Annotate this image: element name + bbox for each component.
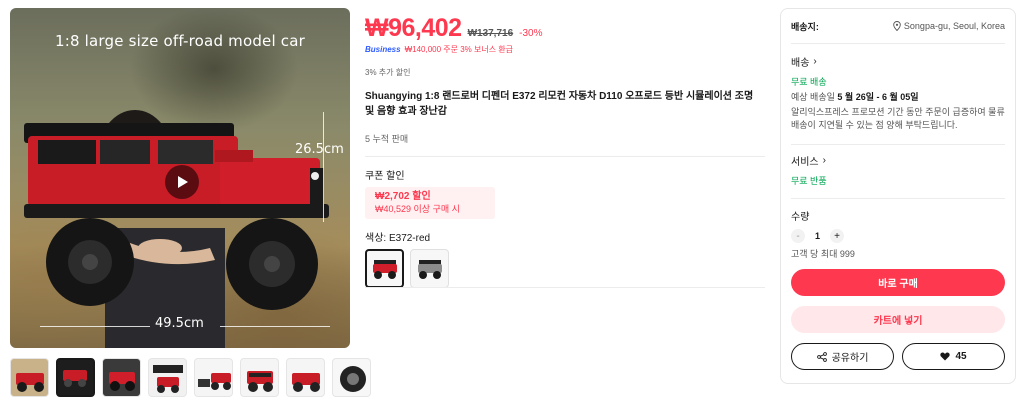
divider bbox=[791, 43, 1005, 44]
thumbnail-strip bbox=[10, 358, 371, 397]
thumbnail-car-image bbox=[16, 373, 44, 392]
product-title: Shuangying 1:8 랜드로버 디펜더 E372 리모컨 자동차 D11… bbox=[365, 91, 754, 117]
image-overlay-title: 1:8 large size off-road model car bbox=[54, 32, 306, 50]
thumbnail-1[interactable] bbox=[10, 358, 49, 397]
buy-now-button[interactable]: 바로 구매 bbox=[791, 269, 1005, 296]
free-shipping-label: 무료 배송 bbox=[791, 77, 827, 87]
play-video-button[interactable] bbox=[165, 165, 199, 199]
height-dimension-line bbox=[323, 112, 324, 222]
current-price: ₩96,402 bbox=[365, 14, 462, 42]
business-bonus-row: Business ₩140,000 주문 3% 보너스 환급 bbox=[365, 44, 765, 55]
purchase-panel: 배송지: Songpa-gu, Seoul, Korea 배송 › 무료 배송 … bbox=[780, 8, 1016, 384]
share-icon bbox=[816, 351, 827, 362]
chevron-right-icon: › bbox=[813, 56, 817, 67]
thumbnail-car-image bbox=[247, 371, 273, 392]
add-to-cart-button[interactable]: 카트에 넣기 bbox=[791, 306, 1005, 333]
thumbnail-5[interactable] bbox=[194, 358, 233, 397]
thumbnail-car-image bbox=[198, 373, 231, 390]
action-button-row: 공유하기 45 bbox=[791, 343, 1005, 370]
coupon-amount: ₩2,702 할인 bbox=[375, 191, 431, 202]
extra-discount: 3% 추가 할인 bbox=[365, 68, 411, 77]
quantity-decrease-button[interactable]: - bbox=[791, 229, 805, 243]
price-row: ₩96,402 ₩137,716 -30% bbox=[365, 14, 765, 43]
width-dimension-label: 49.5cm bbox=[155, 316, 204, 331]
service-section-header[interactable]: 서비스 › bbox=[791, 153, 1005, 168]
service-heading: 서비스 bbox=[791, 157, 819, 168]
thumbnail-6[interactable] bbox=[240, 358, 279, 397]
quantity-label: 수량 bbox=[791, 212, 810, 223]
thumbnail-3[interactable] bbox=[102, 358, 141, 397]
color-label: 색상: E372-red bbox=[365, 233, 431, 244]
expected-delivery: 예상 배송일 5 월 26일 - 6 월 05일 bbox=[791, 91, 1005, 104]
divider bbox=[365, 156, 765, 157]
ship-to-row[interactable]: 배송지: Songpa-gu, Seoul, Korea bbox=[791, 9, 1005, 43]
height-dimension-label: 26.5cm bbox=[295, 142, 344, 157]
business-bonus-text: ₩140,000 주문 3% 보너스 환급 bbox=[404, 45, 514, 54]
quantity-stepper: - 1 + bbox=[791, 229, 1005, 243]
divider bbox=[791, 144, 1005, 145]
product-info: ₩96,402 ₩137,716 -30% Business ₩140,000 … bbox=[365, 14, 765, 288]
expected-delivery-dates: 5 월 26일 - 6 월 05일 bbox=[837, 92, 919, 102]
thumbnail-8[interactable] bbox=[332, 358, 371, 397]
color-options bbox=[365, 249, 765, 288]
wishlist-count: 45 bbox=[955, 351, 967, 362]
info-bottom-divider bbox=[365, 287, 765, 288]
red-car-swatch-image bbox=[372, 259, 397, 279]
wishlist-button[interactable]: 45 bbox=[902, 343, 1005, 370]
coupon-card[interactable]: ₩2,702 할인 ₩40,529 이상 구매 시 bbox=[365, 187, 495, 219]
business-tag: Business bbox=[365, 45, 401, 54]
quantity-increase-button[interactable]: + bbox=[830, 229, 845, 243]
free-return-label: 무료 반품 bbox=[791, 176, 827, 186]
ship-to-value: Songpa-gu, Seoul, Korea bbox=[893, 21, 1005, 31]
heart-icon bbox=[940, 352, 951, 361]
original-price: ₩137,716 bbox=[467, 28, 514, 39]
share-label: 공유하기 bbox=[831, 353, 869, 364]
shipping-section-header[interactable]: 배송 › bbox=[791, 54, 1005, 69]
divider bbox=[791, 198, 1005, 199]
color-option-gray[interactable] bbox=[410, 249, 449, 288]
shipping-heading: 배송 bbox=[791, 58, 810, 69]
color-option-red[interactable] bbox=[365, 249, 404, 288]
sold-count: 5 누적 판매 bbox=[365, 134, 409, 144]
coupon-condition: ₩40,529 이상 구매 시 bbox=[375, 204, 460, 214]
thumbnail-car-image bbox=[63, 370, 87, 387]
width-dimension-line-left bbox=[40, 326, 150, 327]
thumbnail-2[interactable] bbox=[56, 358, 95, 397]
expected-delivery-prefix: 예상 배송일 bbox=[791, 92, 838, 102]
discount-percent: -30% bbox=[519, 28, 543, 39]
thumbnail-car-image bbox=[292, 373, 320, 392]
shipping-delay-note: 알리익스프레스 프로모션 기간 동안 주문이 급증하여 물류 배송이 지연될 수… bbox=[791, 107, 1005, 130]
main-product-image[interactable]: 1:8 large size off-road model car 26.5cm… bbox=[10, 8, 350, 348]
width-dimension-line-right bbox=[220, 326, 330, 327]
quantity-limit: 고객 당 최대 999 bbox=[791, 249, 855, 259]
play-icon bbox=[178, 176, 188, 188]
share-button[interactable]: 공유하기 bbox=[791, 343, 894, 370]
quantity-value[interactable]: 1 bbox=[815, 231, 820, 241]
thumbnail-7[interactable] bbox=[286, 358, 325, 397]
ship-to-location: Songpa-gu, Seoul, Korea bbox=[903, 21, 1005, 31]
chevron-right-icon: › bbox=[822, 155, 826, 166]
thumbnail-car-image bbox=[153, 365, 183, 393]
ship-to-label: 배송지: bbox=[791, 21, 819, 32]
location-pin-icon bbox=[893, 21, 901, 31]
thumbnail-car-image bbox=[109, 372, 135, 391]
thumbnail-4[interactable] bbox=[148, 358, 187, 397]
thumbnail-wheel-image bbox=[340, 366, 366, 392]
coupon-label: 쿠폰 할인 bbox=[365, 171, 405, 182]
gray-car-swatch-image bbox=[417, 259, 442, 279]
